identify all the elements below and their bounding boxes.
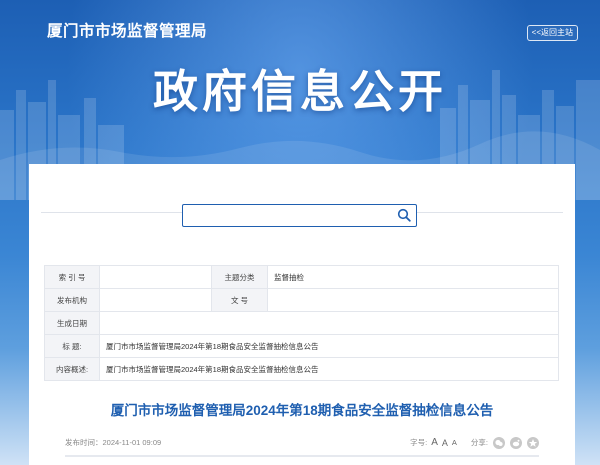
date-value [99, 311, 559, 335]
date-label: 生成日期 [44, 311, 100, 335]
font-size-label: 字号: [410, 438, 428, 447]
table-row: 标 题: 厦门市市场监督管理局2024年第18期食品安全监督抽检信息公告 [44, 334, 559, 358]
index-value [99, 265, 212, 289]
weibo-share-icon[interactable] [510, 437, 522, 449]
return-home-link[interactable]: <<返回主站 [526, 25, 578, 41]
article-title: 厦门市市场监督管理局2024年第18期食品安全监督抽检信息公告 [110, 403, 494, 418]
table-row: 内容概述: 厦门市市场监督管理局2024年第18期食品安全监督抽检信息公告 [44, 357, 559, 381]
search-input[interactable] [189, 207, 388, 224]
publisher-label: 发布机构 [44, 288, 100, 312]
qzone-share-icon[interactable] [527, 437, 539, 449]
font-small-button[interactable]: A [452, 435, 457, 451]
main-panel: 索 引 号 主题分类 监督抽检 发布机构 文 号 生成日期 标 题: 厦门市市场… [29, 164, 575, 465]
docno-label: 文 号 [211, 288, 268, 312]
meta-divider [65, 455, 539, 457]
category-value: 监督抽检 [267, 265, 559, 289]
search-icon[interactable] [397, 208, 411, 222]
document-info-table: 索 引 号 主题分类 监督抽检 发布机构 文 号 生成日期 标 题: 厦门市市场… [44, 265, 559, 381]
table-row: 索 引 号 主题分类 监督抽检 [44, 265, 559, 289]
category-label: 主题分类 [211, 265, 268, 289]
summary-label: 内容概述: [44, 357, 100, 381]
table-row: 生成日期 [44, 311, 559, 335]
publisher-value [99, 288, 212, 312]
index-label: 索 引 号 [44, 265, 100, 289]
font-large-button[interactable]: A [431, 435, 438, 451]
wechat-share-icon[interactable] [493, 437, 505, 449]
publish-time: 发布时间：2024-11-01 09:09 [65, 438, 162, 447]
font-medium-button[interactable]: A [442, 435, 448, 451]
title-label: 标 题: [44, 334, 100, 358]
search-box[interactable] [182, 204, 417, 227]
article-tools: 字号: A A A 分享: [410, 435, 539, 451]
title-value: 厦门市市场监督管理局2024年第18期食品安全监督抽检信息公告 [99, 334, 559, 358]
site-title[interactable]: 厦门市市场监督管理局 [47, 19, 207, 41]
summary-value: 厦门市市场监督管理局2024年第18期食品安全监督抽检信息公告 [99, 357, 559, 381]
docno-value [267, 288, 559, 312]
table-row: 发布机构 文 号 [44, 288, 559, 312]
share-label: 分享: [470, 438, 488, 447]
banner-title: 政府信息公开 [152, 66, 447, 117]
article-meta: 发布时间：2024-11-01 09:09 字号: A A A 分享: [65, 435, 539, 451]
